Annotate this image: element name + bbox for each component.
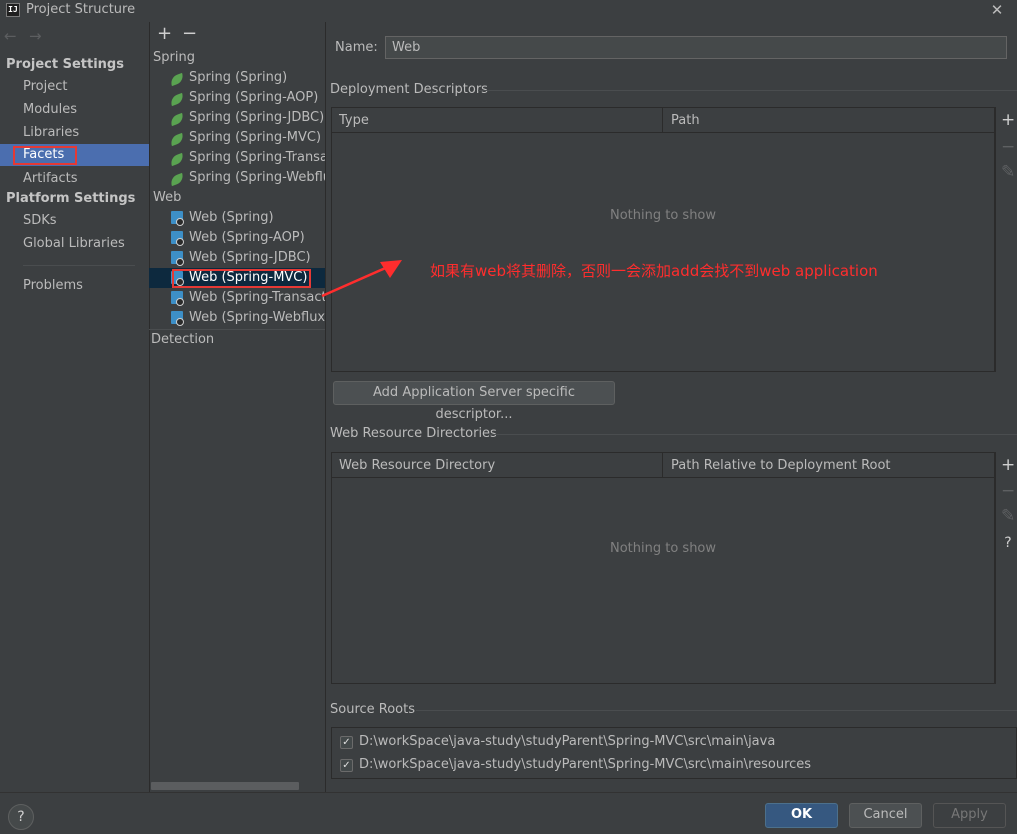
add-icon[interactable]: +	[1001, 457, 1015, 474]
tree-item-spring[interactable]: Spring (Spring-MVC)	[149, 128, 325, 148]
web-resource-directories-table[interactable]: Web Resource Directory Path Relative to …	[331, 452, 995, 684]
tree-item-web[interactable]: Web (Spring-Webflux)	[149, 308, 325, 328]
remove-icon[interactable]: −	[1001, 483, 1015, 500]
window-title: Project Structure	[26, 2, 136, 17]
tree-item-detection[interactable]: Detection	[151, 332, 214, 347]
spring-leaf-icon	[168, 91, 186, 107]
title-bar	[0, 0, 1017, 20]
ok-button[interactable]: OK	[765, 803, 838, 828]
project-settings-header: Project Settings	[6, 57, 124, 72]
source-root-checkbox[interactable]: ✓	[340, 759, 353, 772]
annotation-highlight-web-mvc	[172, 269, 311, 288]
spring-leaf-icon	[168, 131, 186, 147]
table-header: Web Resource Directory Path Relative to …	[332, 453, 994, 478]
platform-settings-header: Platform Settings	[6, 191, 136, 206]
section-divider	[489, 434, 1017, 435]
nav-item-sdks[interactable]: SDKs	[0, 210, 149, 232]
column-header-path-relative[interactable]: Path Relative to Deployment Root	[664, 453, 891, 478]
annotation-highlight-facets	[13, 146, 77, 165]
cancel-button[interactable]: Cancel	[849, 803, 922, 828]
nav-item-modules[interactable]: Modules	[0, 99, 149, 121]
deployment-descriptors-table[interactable]: Type Path Nothing to show	[331, 107, 995, 372]
deployment-descriptors-title: Deployment Descriptors	[330, 82, 488, 97]
source-roots-title: Source Roots	[330, 702, 416, 717]
empty-table-text: Nothing to show	[609, 208, 717, 223]
empty-table-text: Nothing to show	[609, 541, 717, 556]
close-icon[interactable]: ✕	[988, 1, 1006, 19]
section-divider	[416, 710, 1017, 711]
tree-item-spring[interactable]: Spring (Spring-Webflux	[149, 168, 325, 188]
tree-item-web[interactable]: Web (Spring-AOP)	[149, 228, 325, 248]
nav-item-artifacts[interactable]: Artifacts	[0, 168, 149, 190]
remove-icon[interactable]: −	[1001, 139, 1015, 156]
help-button[interactable]: ?	[8, 804, 34, 830]
add-facet-button[interactable]: +	[157, 25, 172, 43]
remove-facet-button[interactable]: −	[182, 25, 197, 43]
annotation-text: 如果有web将其删除，否则一会添加add会找不到web application	[430, 262, 878, 280]
spring-leaf-icon	[168, 151, 186, 167]
name-label: Name:	[335, 40, 378, 55]
web-facet-icon	[170, 291, 184, 306]
annotation-arrow	[321, 260, 402, 298]
add-server-descriptor-button[interactable]: Add Application Server specific descript…	[333, 381, 615, 422]
source-root-path: D:\workSpace\java-study\studyParent\Spri…	[359, 734, 776, 749]
nav-item-libraries[interactable]: Libraries	[0, 122, 149, 144]
tree-item-spring[interactable]: Spring (Spring-Transac	[149, 148, 325, 168]
tree-group-web[interactable]: Web	[153, 190, 181, 205]
tree-item-spring[interactable]: Spring (Spring-AOP)	[149, 88, 325, 108]
facet-name-input[interactable]	[385, 36, 1007, 59]
help-question-icon[interactable]: ?	[1001, 535, 1015, 552]
source-root-checkbox[interactable]: ✓	[340, 736, 353, 749]
tree-item-web[interactable]: Web (Spring-Transactic	[149, 288, 325, 308]
spring-leaf-icon	[168, 111, 186, 127]
panel-splitter[interactable]	[325, 22, 326, 792]
detection-divider	[149, 329, 325, 330]
web-facet-icon	[170, 211, 184, 226]
deployment-toolbar: + − ✎	[995, 107, 1017, 372]
apply-button[interactable]: Apply	[933, 803, 1006, 828]
column-header-type[interactable]: Type	[332, 108, 369, 133]
add-icon[interactable]: +	[1001, 112, 1015, 129]
spring-leaf-icon	[168, 71, 186, 87]
web-facet-icon	[170, 251, 184, 266]
edit-pencil-icon[interactable]: ✎	[1001, 164, 1015, 181]
tree-group-spring[interactable]: Spring	[153, 50, 195, 65]
source-root-path: D:\workSpace\java-study\studyParent\Spri…	[359, 757, 812, 772]
back-arrow-icon[interactable]: ←	[4, 27, 17, 45]
web-facet-icon	[170, 231, 184, 246]
tree-item-web[interactable]: Web (Spring)	[149, 208, 325, 228]
nav-item-project[interactable]: Project	[0, 76, 149, 98]
spring-leaf-icon	[168, 171, 186, 187]
tree-horizontal-scrollbar[interactable]	[151, 782, 299, 790]
nav-item-problems[interactable]: Problems	[0, 275, 149, 297]
intellij-app-icon: IJ	[6, 3, 20, 17]
section-divider	[478, 90, 1017, 91]
resource-toolbar: + − ✎ ?	[995, 452, 1017, 684]
web-resource-directories-title: Web Resource Directories	[330, 426, 497, 441]
tree-item-web[interactable]: Web (Spring-JDBC)	[149, 248, 325, 268]
nav-item-global-libraries[interactable]: Global Libraries	[0, 233, 149, 255]
forward-arrow-icon[interactable]: →	[29, 27, 42, 45]
tree-item-spring[interactable]: Spring (Spring-JDBC)	[149, 108, 325, 128]
web-facet-icon	[170, 311, 184, 326]
tree-item-spring[interactable]: Spring (Spring)	[149, 68, 325, 88]
table-header: Type Path	[332, 108, 994, 133]
edit-pencil-icon[interactable]: ✎	[1001, 508, 1015, 525]
column-header-web-resource-directory[interactable]: Web Resource Directory	[332, 453, 495, 478]
nav-divider	[23, 265, 135, 266]
column-header-path[interactable]: Path	[664, 108, 700, 133]
